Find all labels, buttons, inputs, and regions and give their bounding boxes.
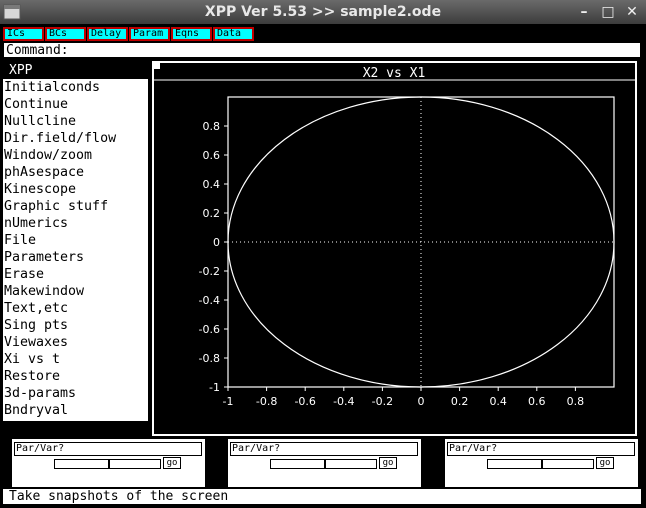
command-label: Command: xyxy=(6,43,69,58)
toolbar: ICs BCs Delay Param Eqns Data xyxy=(0,24,646,41)
go-button[interactable]: go xyxy=(163,457,181,469)
x-tick-label: -0.2 xyxy=(372,395,393,408)
bcs-button[interactable]: BCs xyxy=(45,27,86,41)
menu-item-parameters[interactable]: Parameters xyxy=(3,249,148,266)
x-tick-label: 0.2 xyxy=(451,395,469,408)
menu-item-phasespace[interactable]: phAsespace xyxy=(3,164,148,181)
close-icon[interactable]: ✕ xyxy=(622,2,642,22)
menu-item-nullcline[interactable]: Nullcline xyxy=(3,113,148,130)
slider-panel-3: Par/Var? go xyxy=(445,439,638,487)
slider-thumb[interactable] xyxy=(323,459,326,469)
y-tick-label: 0.4 xyxy=(203,178,221,191)
x-tick-label: -0.6 xyxy=(294,395,315,408)
go-button[interactable]: go xyxy=(379,457,397,469)
window-titlebar[interactable]: XPP Ver 5.53 >> sample2.ode – □ ✕ xyxy=(0,0,646,24)
window-title: XPP Ver 5.53 >> sample2.ode xyxy=(204,4,442,20)
plot-layer: -1 -0.8 -0.6 -0.4 -0.2 0 0.2 0.4 0.6 0.8 0.8 0.6 0.4… xyxy=(199,96,615,408)
x-tick-label: 0 xyxy=(418,395,425,408)
x-tick-label: -1 xyxy=(223,395,234,408)
command-input[interactable]: Command: xyxy=(3,42,641,58)
menu-item-text-etc[interactable]: Text,etc xyxy=(3,300,148,317)
minimize-icon[interactable]: – xyxy=(574,2,594,22)
slider-parameter-input[interactable]: Par/Var? xyxy=(447,442,635,456)
menu-item-sing-pts[interactable]: Sing pts xyxy=(3,317,148,334)
slider-parameter-input[interactable]: Par/Var? xyxy=(230,442,418,456)
slider-panel-2: Par/Var? go xyxy=(228,439,421,487)
y-tick-label: 0.2 xyxy=(203,207,221,220)
slider-track[interactable] xyxy=(54,459,161,469)
y-tick-label: 0.6 xyxy=(203,149,221,162)
slider-track[interactable] xyxy=(270,459,377,469)
param-button[interactable]: Param xyxy=(129,27,170,41)
menu-item-3d-params[interactable]: 3d-params xyxy=(3,385,148,402)
y-tick-label: -0.8 xyxy=(199,352,220,365)
y-tick-label: -0.2 xyxy=(199,265,220,278)
menu-item-file[interactable]: File xyxy=(3,232,148,249)
menu-item-dir-field-flow[interactable]: Dir.field/flow xyxy=(3,130,148,147)
main-menu: XPP Initialconds Continue Nullcline Dir.… xyxy=(3,63,148,421)
y-tick-label: 0.8 xyxy=(203,120,221,133)
menu-item-makewindow[interactable]: Makewindow xyxy=(3,283,148,300)
menu-header: XPP xyxy=(3,63,148,79)
slider-parameter-input[interactable]: Par/Var? xyxy=(14,442,202,456)
plot-title: X2 vs X1 xyxy=(363,66,426,81)
data-button[interactable]: Data xyxy=(213,27,254,41)
menu-item-numerics[interactable]: nUmerics xyxy=(3,215,148,232)
menu-item-graphic-stuff[interactable]: Graphic stuff xyxy=(3,198,148,215)
go-button[interactable]: go xyxy=(596,457,614,469)
eqns-button[interactable]: Eqns xyxy=(171,27,212,41)
phase-plot[interactable]: X2 vs X1 -1 -0.8 -0.6 -0.4 -0.2 0 0.2 0.4 0.6 0.8… xyxy=(154,63,635,434)
x-tick-label: 0.4 xyxy=(489,395,507,408)
menu-item-kinescope[interactable]: Kinescope xyxy=(3,181,148,198)
y-tick-label: 0 xyxy=(213,236,220,249)
active-window-marker xyxy=(154,63,160,69)
maximize-icon[interactable]: □ xyxy=(598,2,618,22)
menu-item-initialconds[interactable]: Initialconds xyxy=(3,79,148,96)
slider-thumb[interactable] xyxy=(540,459,543,469)
menu-item-continue[interactable]: Continue xyxy=(3,96,148,113)
slider-thumb[interactable] xyxy=(107,459,110,469)
menu-item-bndryval[interactable]: Bndryval xyxy=(3,402,148,419)
y-tick-label: -0.6 xyxy=(199,323,220,336)
delay-button[interactable]: Delay xyxy=(87,27,128,41)
x-tick-label: -0.4 xyxy=(333,395,354,408)
x-tick-label: -0.8 xyxy=(256,395,277,408)
menu-item-xi-vs-t[interactable]: Xi vs t xyxy=(3,351,148,368)
slider-panel-1: Par/Var? go xyxy=(12,439,205,487)
status-bar: Take snapshots of the screen xyxy=(3,488,641,504)
x-tick-label: 0.6 xyxy=(528,395,546,408)
y-tick-label: -1 xyxy=(209,381,220,394)
y-tick-label: -0.4 xyxy=(199,294,220,307)
slider-track[interactable] xyxy=(487,459,594,469)
graph-window[interactable]: X2 vs X1 -1 -0.8 -0.6 -0.4 -0.2 0 0.2 0.4 0.6 0.8… xyxy=(152,61,637,436)
ics-button[interactable]: ICs xyxy=(3,27,44,41)
menu-item-window-zoom[interactable]: Window/zoom xyxy=(3,147,148,164)
menu-item-restore[interactable]: Restore xyxy=(3,368,148,385)
x-tick-label: 0.8 xyxy=(567,395,585,408)
menu-item-viewaxes[interactable]: Viewaxes xyxy=(3,334,148,351)
menu-item-erase[interactable]: Erase xyxy=(3,266,148,283)
